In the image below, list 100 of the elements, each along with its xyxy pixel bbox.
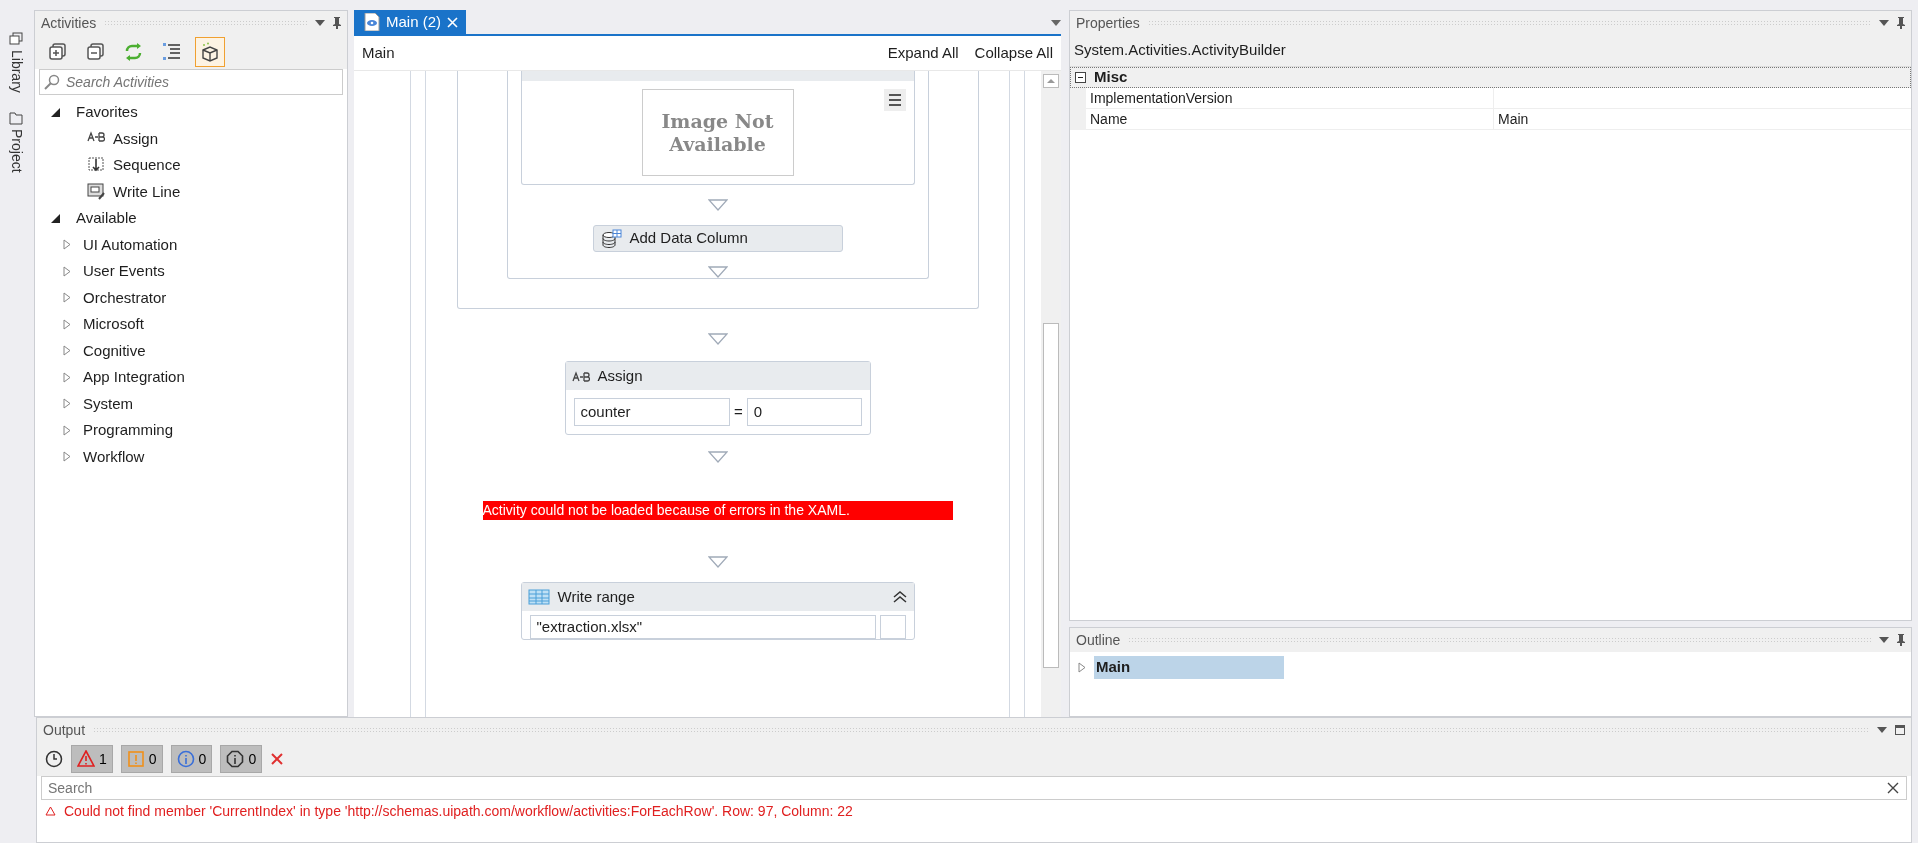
add-stack-icon (48, 42, 68, 62)
expanded-icon[interactable] (51, 213, 60, 223)
dropdown-icon[interactable] (1051, 20, 1061, 26)
collapsed-icon[interactable] (63, 451, 71, 463)
filter-button[interactable]: 1 (71, 745, 113, 773)
breadcrumb[interactable]: Main (362, 41, 872, 65)
equals-sign: = (733, 401, 743, 422)
warning-square-icon (126, 750, 145, 768)
search-field[interactable]: Search Activities (39, 69, 343, 95)
collapse-chevron-icon[interactable] (891, 590, 908, 604)
pin-icon[interactable] (1897, 17, 1905, 29)
tree-item[interactable]: Orchestrator (83, 286, 167, 309)
tree-item[interactable]: System (83, 392, 133, 415)
dropdown-icon[interactable] (1879, 20, 1889, 26)
dropdown-icon[interactable] (315, 20, 325, 26)
category-title: Misc (1094, 67, 1128, 88)
search-icon (44, 74, 60, 90)
input-field[interactable]: counter (573, 398, 730, 426)
property-name: Name (1086, 109, 1494, 130)
property-value[interactable]: Main (1494, 109, 1911, 130)
input-field[interactable]: 0 (746, 398, 862, 426)
monitor-pen-icon (87, 182, 105, 201)
collapsed-icon[interactable] (63, 345, 71, 357)
activity-title: Assign (597, 365, 643, 386)
menu-icon[interactable] (883, 89, 906, 111)
error-message: Activity could not be loaded because of errors in the XAML. (482, 501, 953, 520)
activity-item[interactable]: Sequence (113, 154, 181, 177)
dropdown-icon[interactable] (1879, 637, 1889, 643)
filter-button[interactable]: 0 (120, 745, 163, 773)
toolbar-link[interactable]: Collapse All (974, 41, 1053, 65)
output-message[interactable]: Could not find member 'CurrentIndex' in type 'http://schemas.uipath.com/workflow/activities:ForEachRow'. Row: 97, Column: 22 (64, 800, 853, 822)
drop-arrow-icon (707, 333, 728, 345)
side-tab[interactable]: Library (5, 30, 27, 95)
minus-box-icon[interactable] (1075, 72, 1086, 83)
drop-arrow-icon (707, 266, 728, 278)
info-circle-icon (176, 750, 195, 768)
clock-icon[interactable] (45, 750, 63, 768)
scroll-up-icon[interactable] (1043, 74, 1059, 88)
close-icon[interactable] (1887, 782, 1899, 794)
row-header (1070, 109, 1086, 130)
drop-arrow-icon (707, 556, 728, 568)
minus-stack-icon (86, 42, 106, 62)
object-type: System.Activities.ActivityBuilder (1074, 40, 1286, 61)
info-octagon-icon (226, 750, 245, 768)
tree-item[interactable]: Microsoft (83, 313, 144, 336)
activity-item[interactable]: Assign (113, 127, 159, 150)
expanded-icon[interactable] (51, 107, 60, 117)
list-icon (162, 42, 182, 62)
document-tab[interactable]: Main (2) (354, 10, 466, 34)
collapsed-icon[interactable] (63, 424, 71, 436)
activity-card[interactable]: Add Data Column (592, 225, 843, 252)
tree-item[interactable]: Cognitive (83, 339, 146, 362)
collapsed-icon[interactable] (63, 239, 71, 251)
pin-icon[interactable] (1897, 634, 1905, 646)
box-icon (200, 42, 220, 62)
collapsed-icon[interactable] (63, 371, 71, 383)
search-field[interactable]: Search (41, 776, 1907, 800)
activity-item[interactable]: Write Line (113, 180, 181, 203)
filter-button[interactable]: 0 (170, 745, 213, 773)
filter-button[interactable]: 0 (220, 745, 263, 773)
input-field[interactable]: "extraction.xlsx" (529, 615, 876, 639)
tree-item[interactable]: Favorites (76, 101, 138, 124)
spreadsheet-icon (527, 588, 550, 606)
activity-title: Write range (557, 586, 636, 607)
refresh-icon (124, 42, 144, 62)
side-tab[interactable]: Project (5, 108, 27, 175)
panel-title: Outline (1076, 630, 1121, 650)
panel-title: Activities (41, 13, 97, 33)
toolbar-link[interactable]: Expand All (887, 41, 959, 65)
assign-icon (571, 370, 590, 382)
dropdown-icon[interactable] (1877, 727, 1887, 733)
tree-item[interactable]: Available (76, 207, 137, 230)
tree-item[interactable]: UI Automation (83, 233, 178, 256)
panel-title: Output (43, 720, 86, 740)
outline-item[interactable]: Main (1094, 656, 1284, 679)
drop-arrow-icon (707, 451, 728, 463)
tree-item[interactable]: App Integration (83, 366, 185, 389)
maximize-icon[interactable] (1895, 725, 1905, 735)
warning-triangle-icon (45, 806, 56, 816)
database-table-icon (601, 228, 622, 249)
tree-item[interactable]: Workflow (83, 445, 145, 468)
panel-title: Properties (1076, 13, 1140, 33)
error-triangle-icon (77, 750, 95, 768)
drop-arrow-icon (707, 199, 728, 211)
collapsed-icon[interactable] (1078, 661, 1086, 673)
collapsed-icon[interactable] (63, 318, 71, 330)
scrollbar[interactable] (1041, 71, 1061, 717)
collapsed-icon[interactable] (63, 292, 71, 304)
pin-icon[interactable] (333, 17, 341, 29)
stacked-pages-icon (9, 32, 23, 46)
collapsed-icon[interactable] (63, 265, 71, 277)
folder-icon (9, 110, 23, 125)
clear-icon[interactable] (270, 752, 285, 766)
property-name: ImplementationVersion (1086, 88, 1494, 109)
toolbar-button[interactable] (195, 37, 225, 67)
placeholder-text: Image Not Available (660, 109, 775, 156)
document-eye-icon (364, 13, 380, 31)
collapsed-icon[interactable] (63, 398, 71, 410)
tree-item[interactable]: User Events (83, 260, 165, 283)
tree-item[interactable]: Programming (83, 419, 174, 442)
